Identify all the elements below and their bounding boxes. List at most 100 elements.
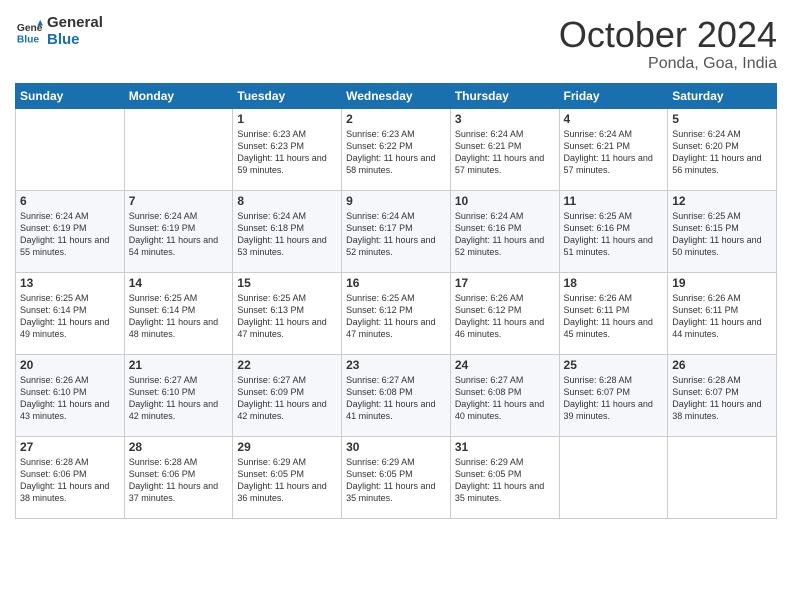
cell-info: Sunrise: 6:27 AM Sunset: 6:08 PM Dayligh… (455, 374, 555, 423)
header-wednesday: Wednesday (342, 83, 451, 108)
sunset: Sunset: 6:22 PM (346, 140, 446, 152)
cell-info: Sunrise: 6:27 AM Sunset: 6:09 PM Dayligh… (237, 374, 337, 423)
sunset: Sunset: 6:09 PM (237, 386, 337, 398)
day-number: 29 (237, 440, 337, 454)
daylight: Daylight: 11 hours and 55 minutes. (20, 234, 120, 258)
header-monday: Monday (124, 83, 233, 108)
calendar-cell (16, 108, 125, 190)
daylight: Daylight: 11 hours and 57 minutes. (564, 152, 664, 176)
sunrise: Sunrise: 6:24 AM (20, 210, 120, 222)
header-friday: Friday (559, 83, 668, 108)
sunset: Sunset: 6:18 PM (237, 222, 337, 234)
header: General Blue General Blue October 2024 P… (15, 15, 777, 73)
sunset: Sunset: 6:06 PM (129, 468, 229, 480)
cell-info: Sunrise: 6:28 AM Sunset: 6:07 PM Dayligh… (672, 374, 772, 423)
sunrise: Sunrise: 6:25 AM (672, 210, 772, 222)
calendar-cell: 10 Sunrise: 6:24 AM Sunset: 6:16 PM Dayl… (450, 190, 559, 272)
calendar-week-1: 6 Sunrise: 6:24 AM Sunset: 6:19 PM Dayli… (16, 190, 777, 272)
calendar-cell: 15 Sunrise: 6:25 AM Sunset: 6:13 PM Dayl… (233, 272, 342, 354)
daylight: Daylight: 11 hours and 50 minutes. (672, 234, 772, 258)
cell-info: Sunrise: 6:25 AM Sunset: 6:14 PM Dayligh… (20, 292, 120, 341)
daylight: Daylight: 11 hours and 36 minutes. (237, 480, 337, 504)
day-number: 3 (455, 112, 555, 126)
day-number: 10 (455, 194, 555, 208)
day-number: 1 (237, 112, 337, 126)
sunrise: Sunrise: 6:23 AM (237, 128, 337, 140)
daylight: Daylight: 11 hours and 37 minutes. (129, 480, 229, 504)
day-number: 26 (672, 358, 772, 372)
day-number: 23 (346, 358, 446, 372)
day-number: 18 (564, 276, 664, 290)
sunset: Sunset: 6:16 PM (455, 222, 555, 234)
calendar-cell (559, 436, 668, 518)
cell-info: Sunrise: 6:25 AM Sunset: 6:14 PM Dayligh… (129, 292, 229, 341)
daylight: Daylight: 11 hours and 52 minutes. (455, 234, 555, 258)
sunrise: Sunrise: 6:26 AM (672, 292, 772, 304)
sunrise: Sunrise: 6:25 AM (20, 292, 120, 304)
cell-info: Sunrise: 6:23 AM Sunset: 6:22 PM Dayligh… (346, 128, 446, 177)
cell-info: Sunrise: 6:29 AM Sunset: 6:05 PM Dayligh… (237, 456, 337, 505)
sunset: Sunset: 6:10 PM (20, 386, 120, 398)
sunrise: Sunrise: 6:23 AM (346, 128, 446, 140)
daylight: Daylight: 11 hours and 58 minutes. (346, 152, 446, 176)
calendar-cell: 29 Sunrise: 6:29 AM Sunset: 6:05 PM Dayl… (233, 436, 342, 518)
cell-info: Sunrise: 6:25 AM Sunset: 6:13 PM Dayligh… (237, 292, 337, 341)
sunrise: Sunrise: 6:24 AM (564, 128, 664, 140)
cell-info: Sunrise: 6:26 AM Sunset: 6:12 PM Dayligh… (455, 292, 555, 341)
cell-info: Sunrise: 6:26 AM Sunset: 6:10 PM Dayligh… (20, 374, 120, 423)
calendar-cell: 5 Sunrise: 6:24 AM Sunset: 6:20 PM Dayli… (668, 108, 777, 190)
sunset: Sunset: 6:17 PM (346, 222, 446, 234)
daylight: Daylight: 11 hours and 47 minutes. (346, 316, 446, 340)
sunset: Sunset: 6:16 PM (564, 222, 664, 234)
day-number: 9 (346, 194, 446, 208)
cell-info: Sunrise: 6:28 AM Sunset: 6:07 PM Dayligh… (564, 374, 664, 423)
day-number: 24 (455, 358, 555, 372)
calendar-cell: 8 Sunrise: 6:24 AM Sunset: 6:18 PM Dayli… (233, 190, 342, 272)
daylight: Daylight: 11 hours and 35 minutes. (455, 480, 555, 504)
calendar-cell (124, 108, 233, 190)
calendar-cell: 31 Sunrise: 6:29 AM Sunset: 6:05 PM Dayl… (450, 436, 559, 518)
sunset: Sunset: 6:12 PM (455, 304, 555, 316)
daylight: Daylight: 11 hours and 42 minutes. (129, 398, 229, 422)
day-number: 5 (672, 112, 772, 126)
calendar-cell: 19 Sunrise: 6:26 AM Sunset: 6:11 PM Dayl… (668, 272, 777, 354)
cell-info: Sunrise: 6:24 AM Sunset: 6:17 PM Dayligh… (346, 210, 446, 259)
sunrise: Sunrise: 6:27 AM (455, 374, 555, 386)
day-number: 4 (564, 112, 664, 126)
day-number: 7 (129, 194, 229, 208)
day-number: 14 (129, 276, 229, 290)
logo-line2: Blue (47, 32, 103, 49)
day-number: 15 (237, 276, 337, 290)
sunrise: Sunrise: 6:24 AM (346, 210, 446, 222)
sunrise: Sunrise: 6:25 AM (237, 292, 337, 304)
calendar-cell: 3 Sunrise: 6:24 AM Sunset: 6:21 PM Dayli… (450, 108, 559, 190)
logo-line1: General (47, 15, 103, 32)
daylight: Daylight: 11 hours and 41 minutes. (346, 398, 446, 422)
sunrise: Sunrise: 6:26 AM (455, 292, 555, 304)
location-title: Ponda, Goa, India (559, 55, 777, 73)
calendar-cell: 26 Sunrise: 6:28 AM Sunset: 6:07 PM Dayl… (668, 354, 777, 436)
daylight: Daylight: 11 hours and 42 minutes. (237, 398, 337, 422)
day-number: 11 (564, 194, 664, 208)
calendar-cell: 2 Sunrise: 6:23 AM Sunset: 6:22 PM Dayli… (342, 108, 451, 190)
calendar-cell: 24 Sunrise: 6:27 AM Sunset: 6:08 PM Dayl… (450, 354, 559, 436)
cell-info: Sunrise: 6:26 AM Sunset: 6:11 PM Dayligh… (564, 292, 664, 341)
day-number: 25 (564, 358, 664, 372)
calendar-week-2: 13 Sunrise: 6:25 AM Sunset: 6:14 PM Dayl… (16, 272, 777, 354)
page: General Blue General Blue October 2024 P… (0, 0, 792, 612)
sunrise: Sunrise: 6:27 AM (129, 374, 229, 386)
calendar-week-3: 20 Sunrise: 6:26 AM Sunset: 6:10 PM Dayl… (16, 354, 777, 436)
cell-info: Sunrise: 6:28 AM Sunset: 6:06 PM Dayligh… (20, 456, 120, 505)
cell-info: Sunrise: 6:23 AM Sunset: 6:23 PM Dayligh… (237, 128, 337, 177)
daylight: Daylight: 11 hours and 35 minutes. (346, 480, 446, 504)
calendar-cell: 27 Sunrise: 6:28 AM Sunset: 6:06 PM Dayl… (16, 436, 125, 518)
calendar-cell: 22 Sunrise: 6:27 AM Sunset: 6:09 PM Dayl… (233, 354, 342, 436)
calendar-cell: 6 Sunrise: 6:24 AM Sunset: 6:19 PM Dayli… (16, 190, 125, 272)
daylight: Daylight: 11 hours and 38 minutes. (20, 480, 120, 504)
sunset: Sunset: 6:19 PM (129, 222, 229, 234)
svg-text:Blue: Blue (17, 34, 40, 45)
sunset: Sunset: 6:05 PM (455, 468, 555, 480)
day-number: 13 (20, 276, 120, 290)
header-tuesday: Tuesday (233, 83, 342, 108)
sunset: Sunset: 6:07 PM (672, 386, 772, 398)
